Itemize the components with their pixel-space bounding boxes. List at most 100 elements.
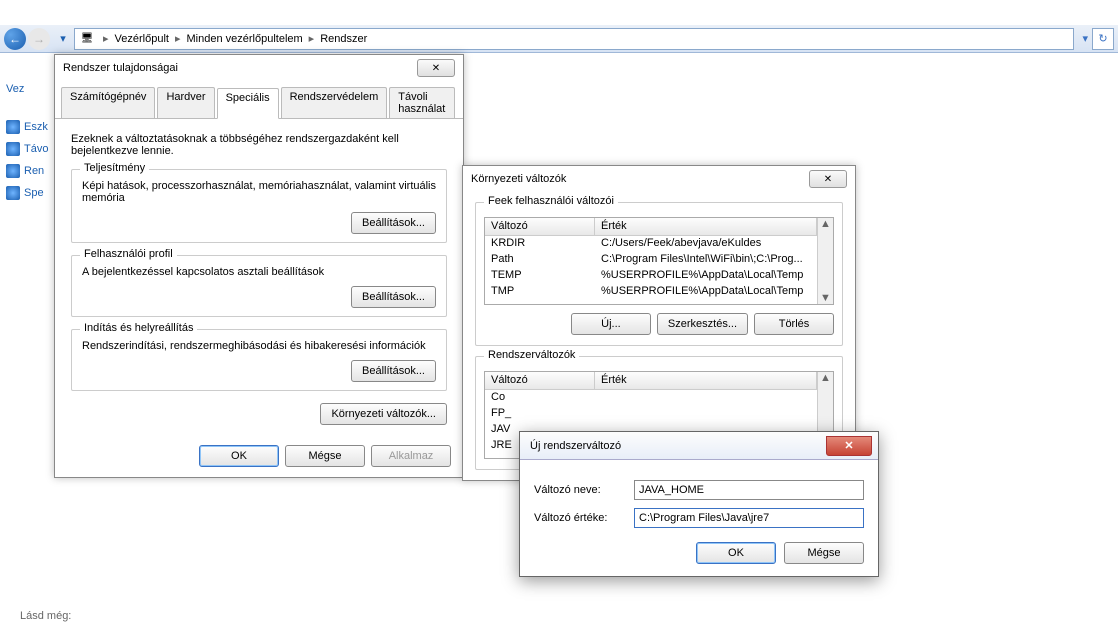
tab-computer-name[interactable]: Számítógépnév: [61, 87, 155, 118]
column-header-value[interactable]: Érték: [595, 372, 817, 389]
startup-recovery-group: Indítás és helyreállítás Rendszerindítás…: [71, 329, 447, 391]
performance-settings-button[interactable]: Beállítások...: [351, 212, 436, 234]
user-var-button-row: Új... Szerkesztés... Törlés: [484, 313, 834, 335]
table-row[interactable]: FP_: [485, 406, 817, 422]
left-link[interactable]: Ren: [0, 160, 60, 182]
table-row[interactable]: KRDIRC:/Users/Feek/abevjava/eKuldes: [485, 236, 817, 252]
dialog-title: Új rendszerváltozó: [530, 440, 826, 452]
dialog-titlebar[interactable]: Környezeti változók ✕: [463, 166, 855, 192]
tab-hardware[interactable]: Hardver: [157, 87, 214, 118]
left-link[interactable]: Eszk: [0, 116, 60, 138]
left-link[interactable]: Távo: [0, 138, 60, 160]
breadcrumb-seg[interactable]: Vezérlőpult: [115, 33, 169, 45]
cell-var: Path: [485, 252, 595, 268]
column-header-value[interactable]: Érték: [595, 218, 817, 235]
user-variables-group: Feek felhasználói változói Változó Érték…: [475, 202, 843, 346]
table-row[interactable]: Co: [485, 390, 817, 406]
apply-button: Alkalmaz: [371, 445, 451, 467]
user-profile-group: Felhasználói profil A bejelentkezéssel k…: [71, 255, 447, 317]
chevron-right-icon: ▸: [309, 32, 315, 45]
group-title: Felhasználói profil: [80, 248, 177, 260]
group-desc: Képi hatások, processzorhasználat, memór…: [82, 180, 436, 204]
dialog-titlebar[interactable]: Rendszer tulajdonságai ✕: [55, 55, 463, 81]
table-row[interactable]: PathC:\Program Files\Intel\WiFi\bin\;C:\…: [485, 252, 817, 268]
left-link-label: Ren: [24, 165, 44, 177]
address-bar[interactable]: 🖥 ▸ Vezérlőpult ▸ Minden vezérlőpultelem…: [74, 28, 1074, 50]
cell-val: %USERPROFILE%\AppData\Local\Temp: [595, 268, 817, 284]
table-row[interactable]: TMP%USERPROFILE%\AppData\Local\Temp: [485, 284, 817, 300]
variable-value-input[interactable]: [634, 508, 864, 528]
scroll-up-icon[interactable]: ▲: [820, 218, 831, 230]
left-link-label: Távo: [24, 143, 48, 155]
ok-button[interactable]: OK: [696, 542, 776, 564]
cancel-button[interactable]: Mégse: [784, 542, 864, 564]
table-header: Változó Érték: [485, 372, 817, 390]
cell-var: TMP: [485, 284, 595, 300]
dialog-titlebar[interactable]: Új rendszerváltozó ✕: [520, 432, 878, 460]
tab-panel: Ezeknek a változtatásoknak a többségéhez…: [55, 119, 463, 435]
startup-settings-button[interactable]: Beállítások...: [351, 360, 436, 382]
nav-history-dropdown[interactable]: ▾: [56, 28, 70, 50]
scroll-up-icon[interactable]: ▲: [820, 372, 831, 384]
shield-icon: [6, 120, 20, 134]
nav-back-button[interactable]: ←: [4, 28, 26, 50]
breadcrumb-seg[interactable]: Rendszer: [320, 33, 367, 45]
refresh-button[interactable]: ↻: [1092, 28, 1114, 50]
user-profile-settings-button[interactable]: Beállítások...: [351, 286, 436, 308]
close-button[interactable]: ✕: [826, 436, 872, 456]
cell-val: [595, 390, 817, 406]
left-link[interactable]: Spe: [0, 182, 60, 204]
left-link-label: Eszk: [24, 121, 48, 133]
dialog-title: Környezeti változók: [471, 173, 809, 185]
left-link[interactable]: Vez: [0, 78, 60, 100]
cell-var: KRDIR: [485, 236, 595, 252]
dialog-title: Rendszer tulajdonságai: [63, 62, 417, 74]
user-variables-table[interactable]: Változó Érték KRDIRC:/Users/Feek/abevjav…: [484, 217, 834, 305]
tab-remote[interactable]: Távoli használat: [389, 87, 455, 118]
environment-variables-button[interactable]: Környezeti változók...: [320, 403, 447, 425]
group-title: Rendszerváltozók: [484, 349, 579, 361]
shield-icon: [6, 186, 20, 200]
cell-var: Co: [485, 390, 595, 406]
group-title: Indítás és helyreállítás: [80, 322, 197, 334]
left-panel: Vez Eszk Távo Ren Spe: [0, 78, 60, 204]
column-header-variable[interactable]: Változó: [485, 218, 595, 235]
chevron-right-icon: ▸: [103, 32, 109, 45]
chevron-down-icon[interactable]: ▾: [1082, 32, 1088, 45]
chevron-right-icon: ▸: [175, 32, 181, 45]
delete-user-var-button[interactable]: Törlés: [754, 313, 834, 335]
close-button[interactable]: ✕: [417, 59, 455, 77]
cell-val: %USERPROFILE%\AppData\Local\Temp: [595, 284, 817, 300]
close-button[interactable]: ✕: [809, 170, 847, 188]
table-row[interactable]: TEMP%USERPROFILE%\AppData\Local\Temp: [485, 268, 817, 284]
edit-user-var-button[interactable]: Szerkesztés...: [657, 313, 748, 335]
left-link-label: Spe: [24, 187, 44, 199]
computer-icon: 🖥: [79, 31, 95, 47]
scrollbar[interactable]: ▲▼: [817, 218, 833, 304]
shield-icon: [6, 142, 20, 156]
variable-name-input[interactable]: [634, 480, 864, 500]
left-link-label: Vez: [6, 83, 24, 95]
new-user-var-button[interactable]: Új...: [571, 313, 651, 335]
new-system-variable-dialog: Új rendszerváltozó ✕ Változó neve: Válto…: [519, 431, 879, 577]
dialog-button-row: OK Mégse Alkalmaz: [55, 435, 463, 477]
breadcrumb-seg[interactable]: Minden vezérlőpultelem: [187, 33, 303, 45]
cancel-button[interactable]: Mégse: [285, 445, 365, 467]
cell-var: FP_: [485, 406, 595, 422]
table-header: Változó Érték: [485, 218, 817, 236]
tab-advanced[interactable]: Speciális: [217, 88, 279, 119]
cell-var: TEMP: [485, 268, 595, 284]
variable-value-label: Változó értéke:: [534, 512, 634, 524]
ok-button[interactable]: OK: [199, 445, 279, 467]
group-title: Teljesítmény: [80, 162, 149, 174]
performance-group: Teljesítmény Képi hatások, processzorhas…: [71, 169, 447, 243]
scroll-down-icon[interactable]: ▼: [820, 292, 831, 304]
cell-val: [595, 406, 817, 422]
nav-bar: ← → ▾ 🖥 ▸ Vezérlőpult ▸ Minden vezérlőpu…: [0, 25, 1118, 53]
column-header-variable[interactable]: Változó: [485, 372, 595, 389]
tabstrip: Számítógépnév Hardver Speciális Rendszer…: [55, 81, 463, 119]
group-desc: Rendszerindítási, rendszermeghibásodási …: [82, 340, 436, 352]
tab-system-protection[interactable]: Rendszervédelem: [281, 87, 388, 118]
admin-info: Ezeknek a változtatásoknak a többségéhez…: [71, 133, 447, 157]
nav-forward-button[interactable]: →: [28, 28, 50, 50]
